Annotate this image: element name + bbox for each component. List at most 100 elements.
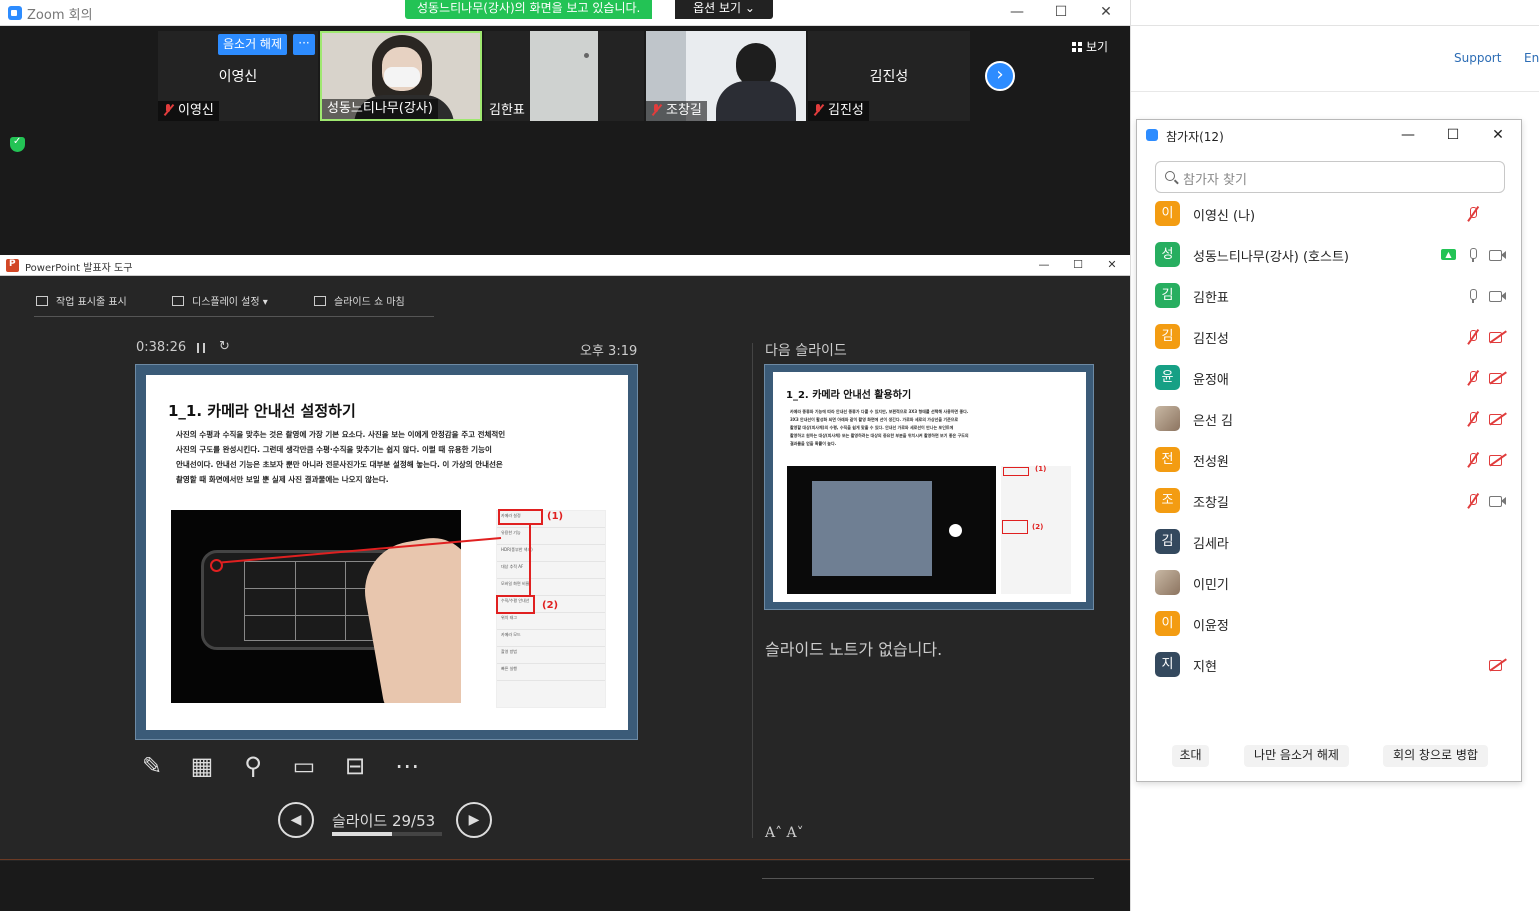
- notes-font-size-controls[interactable]: A˄ A˅: [765, 825, 804, 841]
- participants-maximize-button[interactable]: ☐: [1438, 124, 1468, 148]
- close-button[interactable]: ✕: [1083, 0, 1129, 26]
- participant-name: 지현: [1193, 660, 1217, 675]
- merge-to-meeting-window-button[interactable]: 회의 창으로 병합: [1383, 745, 1488, 767]
- participant-name: 김진성: [1193, 332, 1229, 347]
- ppt-close-button[interactable]: ✕: [1095, 255, 1129, 276]
- video-icon: [1489, 290, 1506, 302]
- participant-row[interactable]: 이 이영신 (나): [1137, 194, 1521, 235]
- view-options-button[interactable]: 옵션 보기 ⌄: [675, 0, 773, 19]
- participant-row[interactable]: 지 지현: [1137, 645, 1521, 686]
- video-tile-4[interactable]: 조창길: [646, 31, 806, 121]
- speaker-notes[interactable]: 슬라이드 노트가 없습니다.: [765, 636, 942, 660]
- ppt-title-bar: PowerPoint 발표자 도구 — ☐ ✕: [0, 255, 1130, 276]
- browser-top-band: [1131, 0, 1539, 26]
- next-page-arrow-icon[interactable]: ›: [985, 61, 1015, 91]
- end-slideshow-button[interactable]: 슬라이드 쇼 마침: [314, 293, 405, 308]
- powerpoint-logo-icon: [6, 259, 19, 272]
- participant-avatar: 김: [1155, 529, 1180, 554]
- next-slide-body: 카메라 종류와 기능에 따라 안내선 종류가 다를 수 있지만, 보편적으로 3…: [790, 409, 969, 446]
- mic-muted-icon: [1466, 206, 1480, 222]
- annotation-box-1: [1003, 467, 1029, 476]
- tile-name-label: 이영신: [158, 101, 219, 121]
- participant-name: 조창길: [1193, 496, 1229, 511]
- pen-icon[interactable]: ✎: [135, 750, 169, 784]
- participant-name: 이영신 (나): [1193, 209, 1256, 224]
- next-slide-button[interactable]: ▶: [456, 802, 492, 838]
- taskbar-icon: [36, 296, 48, 306]
- mic-icon: [1466, 247, 1480, 263]
- annotation-arrow: [529, 525, 531, 595]
- participants-minimize-button[interactable]: —: [1393, 124, 1423, 148]
- slide-counter[interactable]: 슬라이드 29/53: [332, 810, 435, 831]
- participant-row[interactable]: 은선 김: [1137, 399, 1521, 440]
- participant-row[interactable]: 조 조창길: [1137, 481, 1521, 522]
- subtitles-icon[interactable]: ⊟: [338, 750, 372, 784]
- participant-row[interactable]: 성 성동느티나무(강사) (호스트) ▲: [1137, 235, 1521, 276]
- participant-row[interactable]: 김 김진성: [1137, 317, 1521, 358]
- mic-muted-icon: [163, 103, 173, 116]
- support-link[interactable]: Support: [1454, 51, 1501, 65]
- video-icon: [1489, 249, 1506, 261]
- pane-divider[interactable]: [752, 343, 753, 838]
- pause-timer-icon[interactable]: [197, 343, 205, 353]
- unmute-button[interactable]: 음소거 해제: [218, 34, 288, 55]
- show-taskbar-button[interactable]: 작업 표시줄 표시: [36, 293, 127, 308]
- view-button[interactable]: 보기: [1072, 37, 1108, 57]
- participant-row[interactable]: 김 김세라: [1137, 522, 1521, 563]
- tile-name-label: 조창길: [646, 101, 707, 121]
- participant-body: [716, 81, 796, 121]
- video-off-icon: [1489, 372, 1506, 384]
- next-slide-preview[interactable]: 1_2. 카메라 안내선 활용하기 카메라 종류와 기능에 따라 안내선 종류가…: [764, 364, 1094, 610]
- camera-screen-image: [812, 481, 932, 576]
- more-button[interactable]: ···: [293, 34, 315, 55]
- language-link[interactable]: En: [1524, 51, 1539, 65]
- participants-close-button[interactable]: ✕: [1483, 124, 1513, 148]
- mic-muted-icon: [1466, 452, 1480, 468]
- annotation-label-2: (2): [542, 600, 559, 611]
- black-screen-icon[interactable]: ▭: [287, 750, 321, 784]
- participant-avatar: 전: [1155, 447, 1180, 472]
- ppt-minimize-button[interactable]: —: [1027, 255, 1061, 276]
- see-all-slides-icon[interactable]: ▦: [185, 750, 219, 784]
- participant-video: [530, 31, 598, 121]
- slide-phone-photo: [171, 510, 461, 703]
- participant-search-input[interactable]: 참가자 찾기: [1155, 161, 1505, 193]
- display-icon: [172, 296, 184, 306]
- mic-icon: [1466, 288, 1480, 304]
- zoom-icon[interactable]: ⚲: [236, 750, 270, 784]
- previous-slide-button[interactable]: ◀: [278, 802, 314, 838]
- invite-button[interactable]: 초대: [1172, 745, 1209, 767]
- next-slide-title: 1_2. 카메라 안내선 활용하기: [786, 390, 912, 401]
- slide-canvas: 1_1. 카메라 안내선 설정하기 사진의 수평과 수직을 맞추는 것은 촬영에…: [146, 375, 628, 730]
- participant-avatar: 김: [1155, 283, 1180, 308]
- current-time: 오후 3:19: [580, 344, 638, 359]
- encryption-shield-icon[interactable]: [10, 136, 25, 152]
- ppt-maximize-button[interactable]: ☐: [1061, 255, 1095, 276]
- reset-timer-icon[interactable]: ↻: [219, 339, 230, 354]
- video-off-icon: [1489, 659, 1506, 671]
- slide-navigation: ◀ 슬라이드 29/53 ▶: [278, 802, 498, 842]
- header-divider: [1131, 91, 1539, 92]
- search-placeholder: 참가자 찾기: [1183, 173, 1247, 188]
- participant-row[interactable]: 윤 윤정애: [1137, 358, 1521, 399]
- current-slide[interactable]: 1_1. 카메라 안내선 설정하기 사진의 수평과 수직을 맞추는 것은 촬영에…: [135, 364, 638, 740]
- powerpoint-presenter-window: PowerPoint 발표자 도구 — ☐ ✕ 작업 표시줄 표시 디스플레이 …: [0, 255, 1130, 879]
- video-tile-3[interactable]: 김한표: [484, 31, 644, 121]
- presenter-tools: ✎ ▦ ⚲ ▭ ⊟ ⋯: [135, 750, 435, 788]
- unmute-me-button[interactable]: 나만 음소거 해제: [1244, 745, 1349, 767]
- mic-muted-icon: [651, 103, 661, 116]
- minimize-button[interactable]: —: [994, 0, 1040, 26]
- notes-divider[interactable]: [762, 878, 1094, 879]
- display-settings-button[interactable]: 디스플레이 설정 ▾: [172, 293, 268, 308]
- screen-share-icon: ▲: [1441, 249, 1456, 260]
- participant-row[interactable]: 이민기: [1137, 563, 1521, 604]
- participant-avatar: 김: [1155, 324, 1180, 349]
- more-options-icon[interactable]: ⋯: [390, 750, 424, 784]
- participant-name: 전성원: [1193, 455, 1229, 470]
- video-tile-2-active-speaker[interactable]: 성동느티나무(강사): [320, 31, 482, 121]
- participant-row[interactable]: 전 전성원: [1137, 440, 1521, 481]
- maximize-button[interactable]: ☐: [1038, 0, 1084, 26]
- participant-row[interactable]: 이 이윤정: [1137, 604, 1521, 645]
- video-tile-5[interactable]: 김진성 김진성: [808, 31, 970, 121]
- participant-row[interactable]: 김 김한표: [1137, 276, 1521, 317]
